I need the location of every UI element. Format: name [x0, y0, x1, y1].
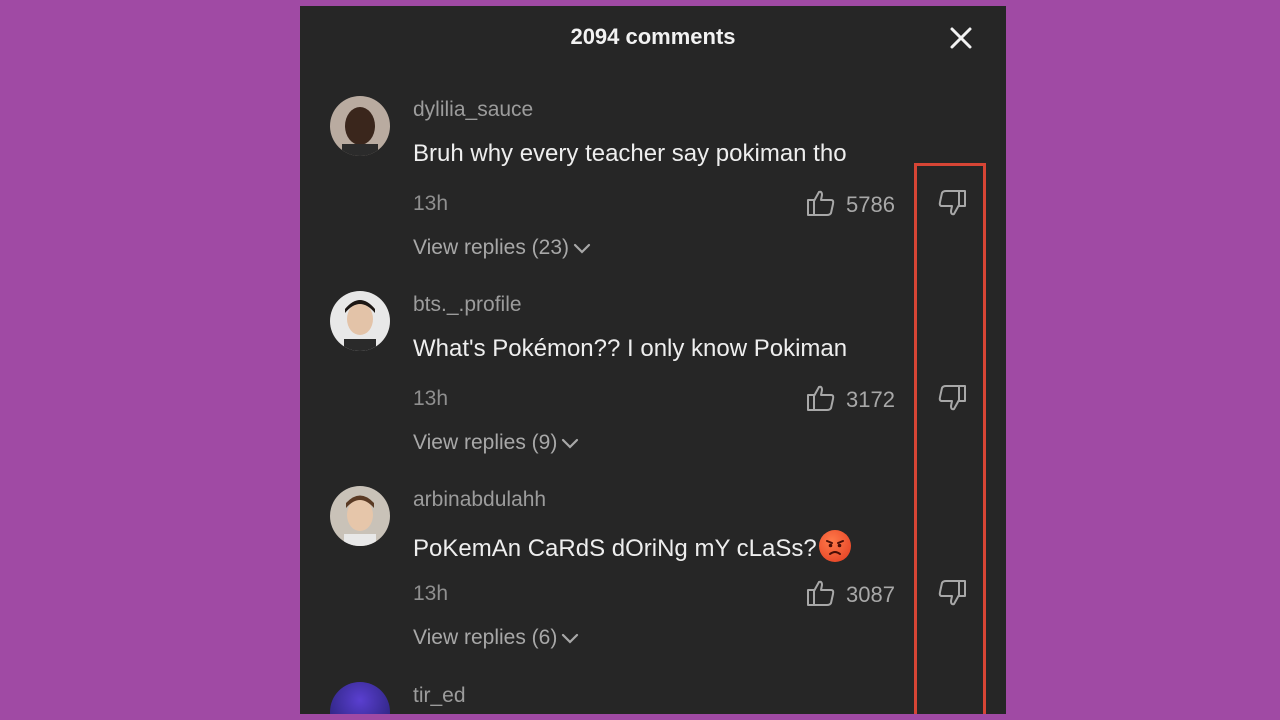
like-count: 5786 — [846, 192, 895, 217]
angry-face-emoji — [818, 530, 851, 562]
like-count: 3172 — [846, 387, 895, 412]
comment-timestamp: 13h — [413, 582, 449, 605]
view-replies-label: View replies (9) — [413, 431, 558, 454]
chevron-down-icon — [562, 438, 579, 449]
comment-item: bts._.profile What's Pokémon?? I only kn… — [300, 291, 1006, 486]
avatar[interactable] — [330, 291, 390, 351]
avatar[interactable] — [330, 96, 390, 156]
thumbs-up-icon[interactable] — [806, 188, 836, 218]
view-replies-button[interactable]: View replies (6) — [413, 626, 580, 650]
thumbs-up-icon[interactable] — [806, 383, 836, 413]
dislike-highlight-box — [914, 163, 986, 714]
chevron-down-icon — [562, 633, 579, 644]
comment-text-row: PoKemAn CaRdS dOriNg mY cLaSs? — [413, 530, 851, 563]
comments-count-title: 2094 comments — [570, 24, 736, 49]
comment-username[interactable]: bts._.profile — [413, 293, 522, 317]
chevron-down-icon — [573, 243, 591, 254]
comment-username[interactable]: arbinabdulahh — [413, 488, 546, 512]
view-replies-label: View replies (6) — [413, 626, 558, 649]
like-count: 3087 — [846, 582, 895, 607]
avatar[interactable] — [330, 682, 390, 714]
comments-header: 2094 comments — [300, 6, 1006, 70]
comment-timestamp: 13h — [413, 387, 449, 410]
comment-username[interactable]: dylilia_sauce — [413, 98, 533, 122]
close-icon[interactable] — [947, 24, 975, 52]
view-replies-button[interactable]: View replies (23) — [413, 236, 592, 260]
view-replies-button[interactable]: View replies (9) — [413, 431, 580, 455]
thumbs-up-icon[interactable] — [806, 578, 836, 608]
comment-item: arbinabdulahh PoKemAn CaRdS dOriNg mY cL… — [300, 486, 1006, 681]
comment-timestamp: 13h — [413, 192, 449, 215]
avatar[interactable] — [330, 486, 390, 546]
view-replies-label: View replies (23) — [413, 236, 570, 259]
comment-username[interactable]: tir_ed — [413, 684, 466, 708]
comment-text: What's Pokémon?? I only know Pokiman — [413, 335, 848, 362]
comment-text: Bruh why every teacher say pokiman tho — [413, 140, 847, 167]
comment-text: PoKemAn CaRdS dOriNg mY cLaSs? — [413, 535, 817, 562]
comments-panel: 2094 comments dylilia_sauce Bruh why eve… — [300, 6, 1006, 714]
comment-item: dylilia_sauce Bruh why every teacher say… — [300, 96, 1006, 291]
